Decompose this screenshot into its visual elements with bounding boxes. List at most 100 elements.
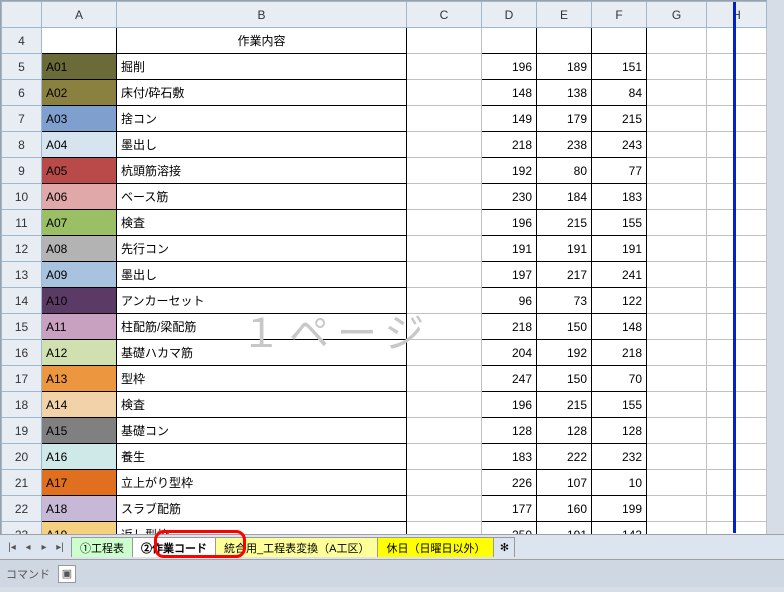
value-cell[interactable]: 204	[482, 340, 537, 366]
value-cell[interactable]: 77	[592, 158, 647, 184]
cell[interactable]	[707, 418, 767, 444]
value-cell[interactable]: 247	[482, 366, 537, 392]
row-header[interactable]: 19	[2, 418, 42, 444]
cell[interactable]	[42, 28, 117, 54]
cell[interactable]	[707, 184, 767, 210]
sheet-tab[interactable]: 休日（日曜日以外）	[377, 537, 494, 557]
value-cell[interactable]: 155	[592, 210, 647, 236]
row-header[interactable]: 4	[2, 28, 42, 54]
cell[interactable]	[407, 184, 482, 210]
value-cell[interactable]: 80	[537, 158, 592, 184]
cell[interactable]	[407, 496, 482, 522]
value-cell[interactable]: 222	[537, 444, 592, 470]
cell[interactable]	[707, 340, 767, 366]
cell[interactable]	[647, 236, 707, 262]
row-header[interactable]: 5	[2, 54, 42, 80]
value-cell[interactable]: 179	[537, 106, 592, 132]
desc-cell[interactable]: アンカーセット	[117, 288, 407, 314]
cell[interactable]	[407, 470, 482, 496]
value-cell[interactable]: 183	[592, 184, 647, 210]
cell[interactable]	[592, 28, 647, 54]
code-cell[interactable]: A11	[42, 314, 117, 340]
col-header-D[interactable]: D	[482, 2, 537, 28]
value-cell[interactable]: 196	[482, 392, 537, 418]
tab-nav-first[interactable]: |◂	[4, 539, 20, 555]
col-header-F[interactable]: F	[592, 2, 647, 28]
value-cell[interactable]: 218	[482, 132, 537, 158]
desc-cell[interactable]: 養生	[117, 444, 407, 470]
value-cell[interactable]: 128	[537, 418, 592, 444]
cell[interactable]	[482, 28, 537, 54]
value-cell[interactable]: 10	[592, 470, 647, 496]
row-header[interactable]: 17	[2, 366, 42, 392]
code-cell[interactable]: A04	[42, 132, 117, 158]
row-header[interactable]: 16	[2, 340, 42, 366]
cell[interactable]	[407, 366, 482, 392]
cell[interactable]	[707, 158, 767, 184]
desc-cell[interactable]: 検査	[117, 392, 407, 418]
sheet-tab[interactable]: ②作業コード	[132, 537, 216, 557]
code-cell[interactable]: A16	[42, 444, 117, 470]
value-cell[interactable]: 232	[592, 444, 647, 470]
new-sheet-tab[interactable]: ✻	[493, 537, 515, 557]
value-cell[interactable]: 215	[537, 210, 592, 236]
cell[interactable]	[407, 392, 482, 418]
row-header[interactable]: 6	[2, 80, 42, 106]
tab-nav-prev[interactable]: ◂	[20, 539, 36, 555]
cell[interactable]	[647, 132, 707, 158]
row-header[interactable]: 21	[2, 470, 42, 496]
col-header-E[interactable]: E	[537, 2, 592, 28]
macro-record-icon[interactable]: ▣	[58, 565, 76, 583]
col-header-C[interactable]: C	[407, 2, 482, 28]
desc-cell[interactable]: 捨コン	[117, 106, 407, 132]
value-cell[interactable]: 226	[482, 470, 537, 496]
value-cell[interactable]: 128	[482, 418, 537, 444]
code-cell[interactable]: A09	[42, 262, 117, 288]
value-cell[interactable]: 191	[537, 236, 592, 262]
value-cell[interactable]: 189	[537, 54, 592, 80]
cell[interactable]	[407, 210, 482, 236]
desc-cell[interactable]: 検査	[117, 210, 407, 236]
col-header-G[interactable]: G	[647, 2, 707, 28]
code-cell[interactable]: A13	[42, 366, 117, 392]
row-header[interactable]: 13	[2, 262, 42, 288]
cell[interactable]	[647, 418, 707, 444]
row-header[interactable]: 10	[2, 184, 42, 210]
cell[interactable]	[407, 314, 482, 340]
code-cell[interactable]: A18	[42, 496, 117, 522]
row-header[interactable]: 22	[2, 496, 42, 522]
value-cell[interactable]: 160	[537, 496, 592, 522]
value-cell[interactable]: 191	[482, 236, 537, 262]
value-cell[interactable]: 217	[537, 262, 592, 288]
value-cell[interactable]: 199	[592, 496, 647, 522]
cell[interactable]	[707, 496, 767, 522]
cell[interactable]	[647, 340, 707, 366]
value-cell[interactable]: 230	[482, 184, 537, 210]
cell[interactable]	[707, 288, 767, 314]
cell[interactable]	[647, 366, 707, 392]
cell[interactable]	[647, 210, 707, 236]
cell[interactable]	[647, 444, 707, 470]
value-cell[interactable]: 177	[482, 496, 537, 522]
cell[interactable]	[647, 392, 707, 418]
cell[interactable]	[707, 106, 767, 132]
desc-cell[interactable]: ベース筋	[117, 184, 407, 210]
value-cell[interactable]: 122	[592, 288, 647, 314]
code-cell[interactable]: A02	[42, 80, 117, 106]
desc-cell[interactable]: 立上がり型枠	[117, 470, 407, 496]
cell[interactable]	[647, 314, 707, 340]
value-cell[interactable]: 151	[592, 54, 647, 80]
code-cell[interactable]: A03	[42, 106, 117, 132]
cell[interactable]	[647, 80, 707, 106]
value-cell[interactable]: 138	[537, 80, 592, 106]
cell[interactable]	[407, 80, 482, 106]
cell[interactable]	[707, 132, 767, 158]
value-cell[interactable]: 84	[592, 80, 647, 106]
code-cell[interactable]: A12	[42, 340, 117, 366]
cell[interactable]	[707, 444, 767, 470]
col-header-B[interactable]: B	[117, 2, 407, 28]
desc-cell[interactable]: 柱配筋/梁配筋	[117, 314, 407, 340]
cell[interactable]	[407, 444, 482, 470]
value-cell[interactable]: 183	[482, 444, 537, 470]
cell[interactable]	[407, 288, 482, 314]
